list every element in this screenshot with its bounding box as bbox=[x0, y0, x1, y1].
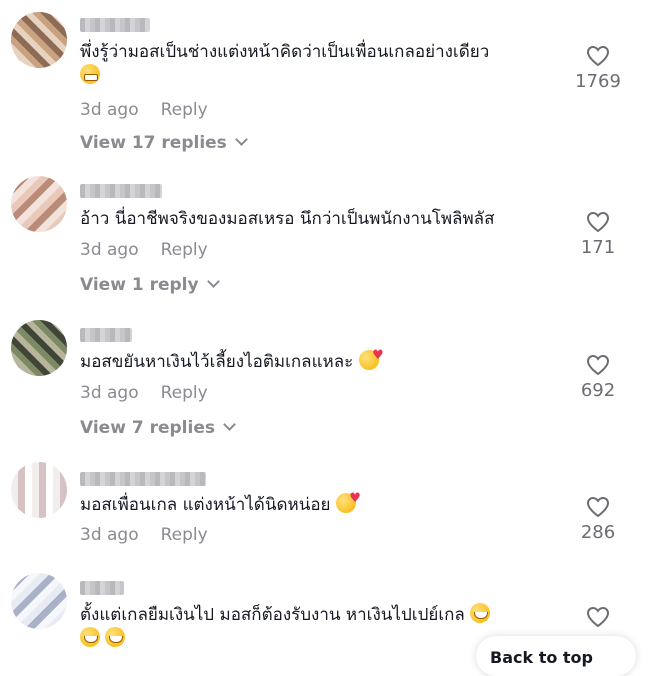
avatar[interactable] bbox=[11, 176, 67, 232]
like-count: 1769 bbox=[575, 71, 621, 92]
chevron-down-icon bbox=[206, 275, 220, 288]
chevron-down-icon bbox=[234, 133, 248, 146]
back-to-top-button[interactable]: Back to top bbox=[476, 636, 636, 676]
view-replies-label: View 7 replies bbox=[80, 418, 215, 438]
comment-text: อ้าว นี่อาชีพจริงของมอสเหรอ นึกว่าเป็นพน… bbox=[80, 207, 560, 231]
smiling-face-with-hearts-emoji bbox=[335, 487, 361, 513]
like-button[interactable] bbox=[572, 606, 624, 628]
heart-icon bbox=[586, 45, 610, 67]
back-to-top-label: Back to top bbox=[490, 648, 593, 667]
comment-time: 3d ago bbox=[80, 525, 139, 545]
username-blurred[interactable] bbox=[80, 328, 132, 342]
beaming-face-emoji bbox=[80, 64, 100, 84]
like-count: 286 bbox=[580, 522, 616, 543]
avatar[interactable] bbox=[11, 573, 67, 629]
view-replies-button[interactable]: View 17 replies bbox=[80, 133, 248, 153]
view-replies-label: View 17 replies bbox=[80, 133, 227, 153]
tears-of-joy-emoji bbox=[80, 627, 100, 647]
heart-icon bbox=[586, 496, 610, 518]
comment-text-content: มอสขยันหาเงินไว้เลี้ยงไอติมเกลแหละ bbox=[80, 352, 354, 372]
avatar[interactable] bbox=[11, 462, 67, 518]
reply-button[interactable]: Reply bbox=[161, 525, 208, 545]
heart-icon bbox=[586, 211, 610, 233]
tears-of-joy-emoji bbox=[470, 603, 491, 623]
comment-text-content: มอสเพื่อนเกล แต่งหน้าได้นิดหน่อย bbox=[80, 495, 331, 515]
like-button[interactable]: 1769 bbox=[572, 45, 624, 92]
comment-text-content: พึ่งรู้ว่ามอสเป็นช่างแต่งหน้าคิดว่าเป็นเ… bbox=[80, 42, 490, 62]
like-count: 692 bbox=[580, 380, 616, 401]
view-replies-button[interactable]: View 7 replies bbox=[80, 418, 236, 438]
like-button[interactable]: 171 bbox=[572, 211, 624, 258]
chevron-down-icon bbox=[223, 418, 236, 431]
comment-meta: 3d ago Reply bbox=[80, 240, 208, 260]
comment-meta: 3d ago Reply bbox=[80, 383, 208, 403]
comment-text: มอสเพื่อนเกล แต่งหน้าได้นิดหน่อย bbox=[80, 487, 560, 517]
username-blurred[interactable] bbox=[80, 472, 206, 486]
comment-meta: 3d ago Reply bbox=[80, 525, 208, 545]
comment-meta: 3d ago Reply bbox=[80, 100, 208, 120]
view-replies-label: View 1 reply bbox=[80, 275, 199, 295]
reply-button[interactable]: Reply bbox=[161, 383, 208, 403]
username-blurred[interactable] bbox=[80, 18, 150, 32]
smiling-face-with-hearts-emoji bbox=[358, 344, 384, 370]
reply-button[interactable]: Reply bbox=[161, 240, 208, 260]
comment-time: 3d ago bbox=[80, 100, 139, 120]
tears-of-joy-emoji bbox=[105, 627, 126, 647]
comment-time: 3d ago bbox=[80, 383, 139, 403]
comment-text: มอสขยันหาเงินไว้เลี้ยงไอติมเกลแหละ bbox=[80, 344, 560, 374]
like-button[interactable]: 286 bbox=[572, 496, 624, 543]
comment-text: พึ่งรู้ว่ามอสเป็นช่างแต่งหน้าคิดว่าเป็นเ… bbox=[80, 40, 560, 88]
view-replies-button[interactable]: View 1 reply bbox=[80, 275, 220, 295]
comment-text-content: อ้าว นี่อาชีพจริงของมอสเหรอ นึกว่าเป็นพน… bbox=[80, 209, 495, 229]
username-blurred[interactable] bbox=[80, 184, 162, 198]
heart-icon bbox=[586, 606, 610, 628]
username-blurred[interactable] bbox=[80, 581, 124, 595]
reply-button[interactable]: Reply bbox=[161, 100, 208, 120]
like-button[interactable]: 692 bbox=[572, 354, 624, 401]
heart-icon bbox=[586, 354, 610, 376]
avatar[interactable] bbox=[11, 12, 67, 68]
avatar[interactable] bbox=[11, 320, 67, 376]
comment-text-content: ตั้งแต่เกลยืมเงินไป มอสก็ต้องรับงาน หาเง… bbox=[80, 605, 465, 625]
comment-time: 3d ago bbox=[80, 240, 139, 260]
like-count: 171 bbox=[580, 237, 616, 258]
